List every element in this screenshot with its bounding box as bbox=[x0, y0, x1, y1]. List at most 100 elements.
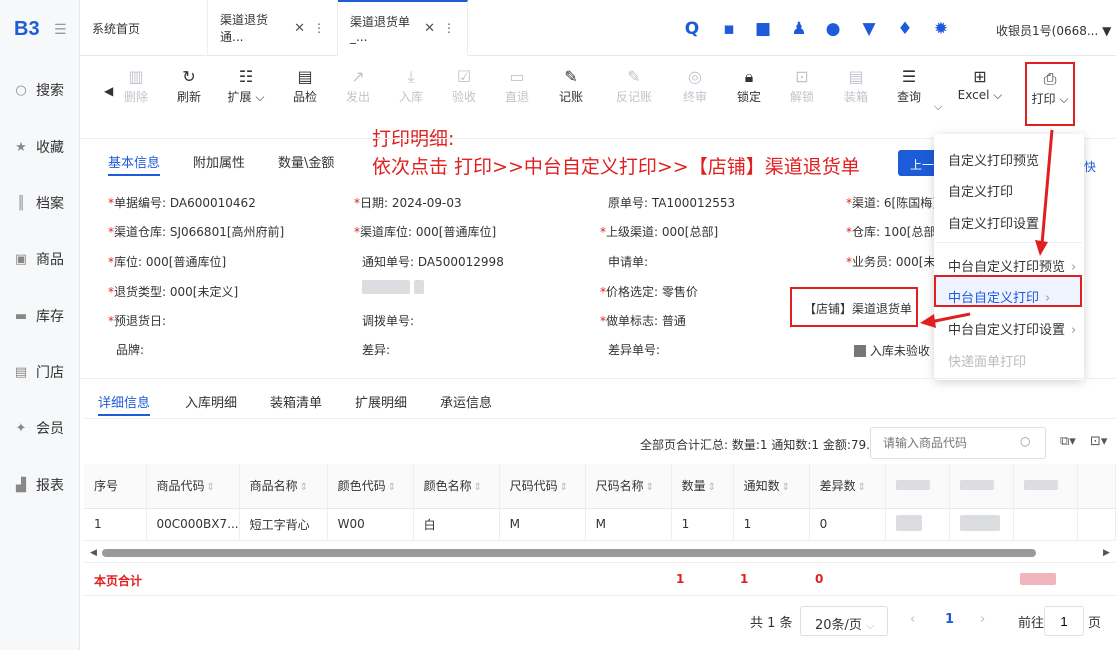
box-button[interactable]: ▤ 装箱 bbox=[834, 66, 878, 105]
chevron-down-icon: ▼ bbox=[1102, 24, 1112, 38]
query-dropdown-icon[interactable]: ⌵ bbox=[934, 100, 942, 114]
inspect-button[interactable]: ▤ 品检 bbox=[283, 66, 327, 105]
goto-page-input[interactable] bbox=[1044, 606, 1084, 636]
prev-page-icon[interactable]: ‹ bbox=[910, 612, 915, 627]
tab-extended-detail[interactable]: 扩展明细 bbox=[355, 392, 407, 411]
note-icon[interactable]: ▪ bbox=[718, 18, 740, 40]
field-date: *日期: 2024-09-03 bbox=[354, 196, 462, 210]
inbound-button[interactable]: ⤓ 入库 bbox=[389, 66, 433, 105]
sidebar-item-search[interactable]: ○ 搜索 bbox=[0, 76, 80, 104]
column-header[interactable]: 商品代码 ⇕ bbox=[146, 464, 240, 509]
current-page[interactable]: 1 bbox=[945, 612, 954, 627]
pager-total: 共 1 条 bbox=[750, 616, 793, 631]
more-icon[interactable]: ⋮ bbox=[313, 21, 325, 35]
column-header[interactable]: 商品名称 ⇕ bbox=[239, 464, 328, 509]
scroll-left-icon[interactable]: ◀ bbox=[104, 84, 113, 98]
lock-button[interactable]: 🔒︎ 锁定 bbox=[727, 66, 771, 105]
page-suffix: 页 bbox=[1088, 616, 1102, 631]
sidebar-item-product[interactable]: ▣ 商品 bbox=[0, 245, 80, 273]
unlock-button[interactable]: ⊡ 解锁 bbox=[780, 66, 824, 105]
tab-inbound-detail[interactable]: 入库明细 bbox=[185, 392, 237, 411]
final-review-button[interactable]: ◎ 终审 bbox=[673, 66, 717, 105]
next-page-icon[interactable]: › bbox=[980, 612, 985, 627]
field-price-select: *价格选定: 零售价 bbox=[600, 285, 698, 299]
chevron-down-icon: ⌵ bbox=[866, 619, 875, 632]
tab-extra-attributes[interactable]: 附加属性 bbox=[193, 152, 245, 171]
scroll-left-arrow[interactable]: ◀ bbox=[90, 548, 97, 558]
report-icon: ▟ bbox=[16, 477, 26, 493]
inventory-icon: ▬ bbox=[14, 308, 28, 324]
column-header[interactable]: 数量 ⇕ bbox=[671, 464, 734, 509]
product-icon: ▣ bbox=[14, 251, 28, 267]
search-icon: ○ bbox=[15, 82, 27, 98]
column-header[interactable]: 序号 bbox=[84, 464, 147, 509]
tab-basic-info[interactable]: 基本信息 bbox=[108, 152, 160, 171]
field-channel-warehouse: *渠道仓库: SJ066801[高州府前] bbox=[108, 225, 285, 239]
tab-packing-list[interactable]: 装箱清单 bbox=[270, 392, 322, 411]
send-icon: ↗ bbox=[351, 67, 365, 86]
print-button[interactable]: ⎙ 打印 ⌵ bbox=[1025, 62, 1075, 126]
tab-qty-amount[interactable]: 数量\金额 bbox=[278, 152, 334, 171]
column-header[interactable]: 颜色代码 ⇕ bbox=[327, 464, 414, 509]
ledger-button[interactable]: ✎ 记账 bbox=[549, 66, 593, 105]
tab-home[interactable]: 系统首页 bbox=[80, 0, 208, 56]
member-icon: ✦ bbox=[15, 420, 27, 436]
sidebar-item-report[interactable]: ▟ 报表 bbox=[0, 471, 80, 499]
column-header[interactable]: 尺码名称 ⇕ bbox=[585, 464, 672, 509]
sidebar-item-favorites[interactable]: ★ 收藏 bbox=[0, 133, 80, 161]
tab-carrier-info[interactable]: 承运信息 bbox=[440, 392, 492, 411]
sidebar-item-store[interactable]: ▤ 门店 bbox=[0, 358, 80, 386]
search-icon[interactable]: Q bbox=[681, 18, 703, 40]
delete-button[interactable]: ▥ 删除 bbox=[114, 66, 158, 105]
expand-button[interactable]: ☷ 扩展 ⌵ bbox=[222, 66, 270, 105]
user-menu[interactable]: 收银员1号(0668... ▼ bbox=[996, 22, 1111, 39]
unledger-button[interactable]: ✎ 反记账 bbox=[608, 66, 660, 105]
field-location: *库位: 000[普通库位] bbox=[108, 255, 227, 269]
query-button[interactable]: ☰ 查询 bbox=[887, 66, 931, 105]
summary-text: 全部页合计汇总: 数量:1 通知数:1 金额:79.60 bbox=[640, 438, 886, 452]
send-button[interactable]: ↗ 发出 bbox=[336, 66, 380, 105]
detail-table: 序号 商品代码 ⇕ 商品名称 ⇕ 颜色代码 ⇕ 颜色名称 ⇕ 尺码代码 ⇕ 尺码名称 ⇕ 数… bbox=[84, 464, 1116, 541]
clipboard-icon[interactable]: ■ bbox=[752, 18, 774, 40]
goto-label: 前往 bbox=[1018, 616, 1045, 631]
arrow-head bbox=[1035, 240, 1048, 256]
horizontal-scrollbar[interactable] bbox=[102, 549, 1036, 557]
sidebar-item-member[interactable]: ✦ 会员 bbox=[0, 414, 80, 442]
column-header[interactable]: 通知数 ⇕ bbox=[733, 464, 810, 509]
arrow-head bbox=[920, 314, 936, 328]
checkbox-inbound-unaccepted[interactable]: 入库未验收 bbox=[854, 342, 930, 359]
table-row[interactable]: 1 00C000BX7... 短工字背心 W00 白 M M 1 1 0 bbox=[84, 508, 1116, 541]
gear-icon[interactable]: ✹ bbox=[930, 18, 952, 40]
direct-return-button[interactable]: ▭ 直退 bbox=[495, 66, 539, 105]
column-settings-icon[interactable]: ⊡▾ bbox=[1090, 434, 1107, 449]
field-parent-channel: *上级渠道: 000[总部] bbox=[600, 225, 719, 239]
field-expected-return-date: *预退货日: bbox=[108, 314, 167, 328]
column-header[interactable]: 颜色名称 ⇕ bbox=[413, 464, 500, 509]
close-icon[interactable]: ✕ bbox=[424, 21, 435, 36]
more-icon[interactable]: ⋮ bbox=[443, 21, 455, 35]
page-size-select[interactable]: 20条/页 ⌵ bbox=[800, 606, 888, 636]
menu-toggle-icon[interactable]: ☰ bbox=[54, 22, 67, 38]
tab-return-notice[interactable]: 渠道退货通... ✕ ⋮ bbox=[208, 0, 338, 56]
sidebar-item-archive[interactable]: ║ 档案 bbox=[0, 189, 80, 217]
shirt-icon[interactable]: ♦ bbox=[894, 18, 916, 40]
close-icon[interactable]: ✕ bbox=[294, 21, 305, 36]
user-icon[interactable]: ♟ bbox=[788, 18, 810, 40]
column-header[interactable]: 尺码代码 ⇕ bbox=[499, 464, 586, 509]
download-icon[interactable]: ▼ bbox=[858, 18, 880, 40]
excel-button[interactable]: ⊞ Excel ⌵ bbox=[954, 66, 1006, 103]
checkbox[interactable] bbox=[854, 345, 866, 357]
scroll-right-arrow[interactable]: ▶ bbox=[1103, 548, 1110, 558]
accept-button[interactable]: ☑ 验收 bbox=[442, 66, 486, 105]
bulb-icon[interactable]: ● bbox=[822, 18, 844, 40]
tab-detail-info[interactable]: 详细信息 bbox=[98, 392, 150, 411]
tab-return-order[interactable]: 渠道退货单_... ✕ ⋮ bbox=[338, 0, 468, 56]
search-icon[interactable]: ○ bbox=[1020, 434, 1030, 448]
column-header[interactable]: 差异数 ⇕ bbox=[809, 464, 886, 509]
page-total-label: 本页合计 bbox=[94, 574, 143, 588]
active-tab-indicator bbox=[98, 414, 150, 416]
copy-icon[interactable]: ⧉▾ bbox=[1060, 434, 1076, 449]
sidebar-item-inventory[interactable]: ▬ 库存 bbox=[0, 302, 80, 330]
menu-express-waybill-print[interactable]: 快递面单打印 bbox=[948, 351, 1026, 370]
refresh-button[interactable]: ↻ 刷新 bbox=[167, 66, 211, 105]
